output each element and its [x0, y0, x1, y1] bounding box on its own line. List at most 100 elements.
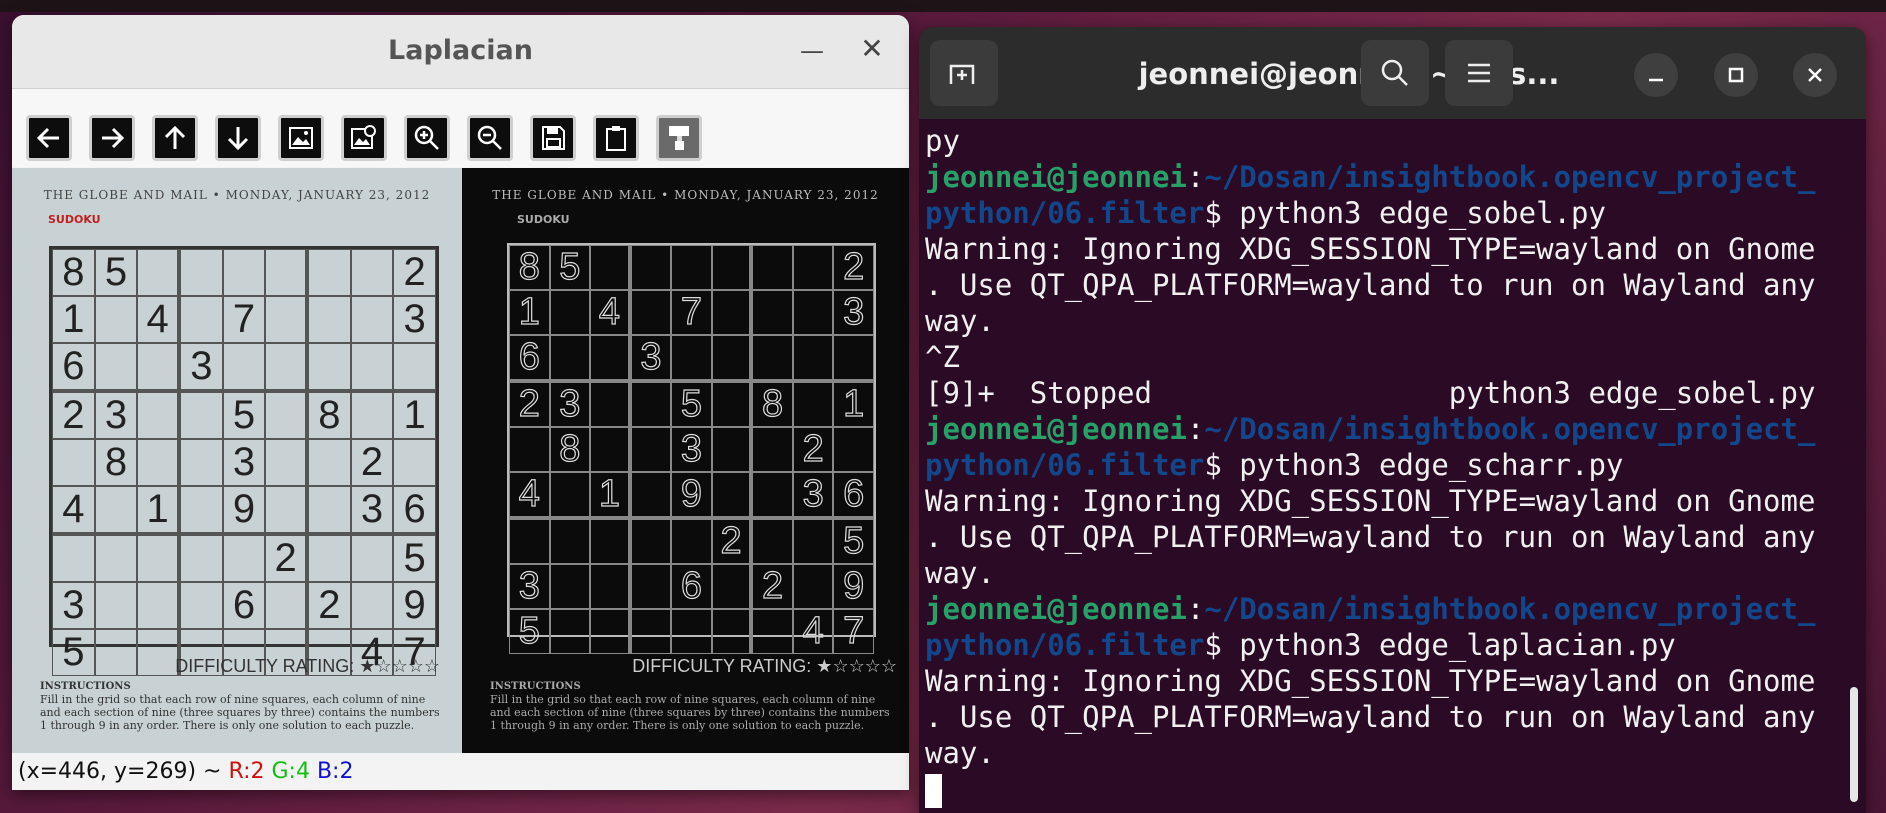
zoom-out-button[interactable] — [467, 115, 513, 161]
zoom-in-button[interactable] — [404, 115, 450, 161]
sudoku-cell: 4 — [509, 472, 550, 519]
sudoku-cell — [711, 472, 753, 519]
arrow-left-icon — [36, 127, 59, 149]
sudoku-cell — [630, 609, 672, 654]
copy-clipboard-button[interactable] — [593, 115, 639, 161]
sudoku-cell — [265, 343, 308, 392]
sudoku-cell: 8 — [94, 439, 138, 486]
terminal-line: . Use QT_QPA_PLATFORM=wayland to run on … — [925, 699, 1840, 735]
window-title: Laplacian — [388, 35, 533, 66]
minimize-button[interactable] — [1634, 53, 1678, 97]
sudoku-cell — [265, 486, 308, 535]
sudoku-cell: 6 — [222, 582, 266, 629]
scrollbar[interactable] — [1850, 687, 1858, 802]
sudoku-cell — [590, 427, 631, 472]
sudoku-cell — [94, 486, 138, 535]
minimize-button[interactable]: — — [792, 29, 832, 69]
output-text: . Use QT_QPA_PLATFORM=wayland to run on … — [925, 700, 1816, 734]
terminal-line: jeonnei@jeonnei:~/Dosan/insightbook.open… — [925, 591, 1840, 627]
image-icon — [289, 127, 313, 149]
sudoku-cell: 3 — [509, 564, 550, 609]
hamburger-menu-icon — [1468, 63, 1490, 83]
sudoku-cell — [792, 519, 834, 564]
sudoku-cell — [265, 439, 308, 486]
pan-up-button[interactable] — [152, 115, 198, 161]
top-bar — [0, 0, 1886, 12]
sudoku-cell: 1 — [393, 392, 436, 439]
reset-zoom-button[interactable] — [278, 115, 324, 161]
sudoku-cell — [549, 290, 591, 335]
image-canvas[interactable]: THE GLOBE AND MAIL • MONDAY, JANUARY 23,… — [12, 168, 909, 753]
sudoku-cell: 6 — [52, 343, 95, 392]
close-button[interactable]: ✕ — [852, 29, 892, 69]
sudoku-cell: 3 — [393, 296, 436, 343]
sudoku-cell — [711, 427, 753, 472]
sudoku-cell — [792, 290, 834, 335]
sudoku-cell: 2 — [711, 519, 753, 564]
prompt-path: python/06.filter — [925, 628, 1205, 662]
sudoku-cell — [180, 439, 223, 486]
sudoku-cell — [833, 427, 874, 472]
new-tab-button[interactable] — [930, 40, 998, 106]
sudoku-cell — [671, 335, 712, 382]
prompt-user: jeonnei@jeonnei — [925, 160, 1187, 194]
sudoku-cell: 7 — [222, 296, 266, 343]
terminal-line: jeonnei@jeonnei:~/Dosan/insightbook.open… — [925, 159, 1840, 195]
sudoku-cell: 2 — [833, 245, 874, 290]
prompt-separator: : — [1186, 592, 1205, 626]
sudoku-cell — [590, 519, 631, 564]
pan-right-button[interactable] — [89, 115, 135, 161]
menu-button[interactable] — [1445, 40, 1513, 106]
sudoku-cell: 8 — [308, 392, 351, 439]
sudoku-cell — [393, 439, 436, 486]
sudoku-cell: 6 — [833, 472, 874, 519]
sudoku-cell — [137, 343, 180, 392]
sudoku-cell — [265, 249, 308, 296]
sudoku-cell — [350, 343, 394, 392]
sudoku-cell: 7 — [833, 609, 874, 654]
sudoku-cell — [671, 519, 712, 564]
sudoku-cell: 3 — [350, 486, 394, 535]
instructions-text: Fill in the grid so that each row of nin… — [490, 693, 890, 732]
sudoku-cell: 2 — [265, 535, 308, 582]
close-button[interactable] — [1793, 53, 1837, 97]
save-button[interactable] — [530, 115, 576, 161]
sudoku-cell — [752, 427, 793, 472]
sudoku-cell: 3 — [792, 472, 834, 519]
output-text: Warning: Ignoring XDG_SESSION_TYPE=wayla… — [925, 232, 1816, 266]
sudoku-cell: 5 — [549, 245, 591, 290]
sudoku-cell: 6 — [393, 486, 436, 535]
blue-value: B:2 — [316, 759, 354, 784]
sudoku-cell — [222, 343, 266, 392]
sudoku-cell — [265, 582, 308, 629]
terminal-title: jeonnei@jeonnei: ~/Dos... — [1138, 57, 1560, 91]
sudoku-cell — [792, 335, 834, 382]
maximize-button[interactable] — [1714, 53, 1758, 97]
sudoku-cell — [180, 535, 223, 582]
sudoku-cell — [630, 290, 672, 335]
sudoku-cell — [137, 439, 180, 486]
toolbar — [12, 89, 909, 167]
prompt-path: ~/Dosan/insightbook.opencv_project_ — [1204, 412, 1816, 446]
pan-left-button[interactable] — [26, 115, 72, 161]
pan-down-button[interactable] — [215, 115, 261, 161]
sudoku-cell — [308, 535, 351, 582]
sudoku-grid: 8521473632358183241936253629547 — [49, 246, 439, 676]
terminal-output[interactable]: py jeonnei@jeonnei:~/Dosan/insightbook.op… — [925, 123, 1840, 813]
search-button[interactable] — [1361, 40, 1429, 106]
sudoku-cell: 1 — [590, 472, 631, 519]
save-icon — [542, 126, 565, 150]
sudoku-cell: 2 — [393, 249, 436, 296]
sudoku-cell — [180, 582, 223, 629]
sudoku-cell — [180, 392, 223, 439]
zoom-x30-button[interactable] — [341, 115, 387, 161]
output-text: way. — [925, 556, 995, 590]
sudoku-cell: 3 — [52, 582, 95, 629]
output-text: way. — [925, 736, 995, 770]
close-icon — [1808, 68, 1822, 82]
properties-button[interactable] — [656, 115, 702, 161]
terminal-line — [925, 771, 1840, 808]
sudoku-cell: 3 — [94, 392, 138, 439]
sudoku-cell — [94, 296, 138, 343]
image-zoom-icon — [351, 125, 376, 149]
